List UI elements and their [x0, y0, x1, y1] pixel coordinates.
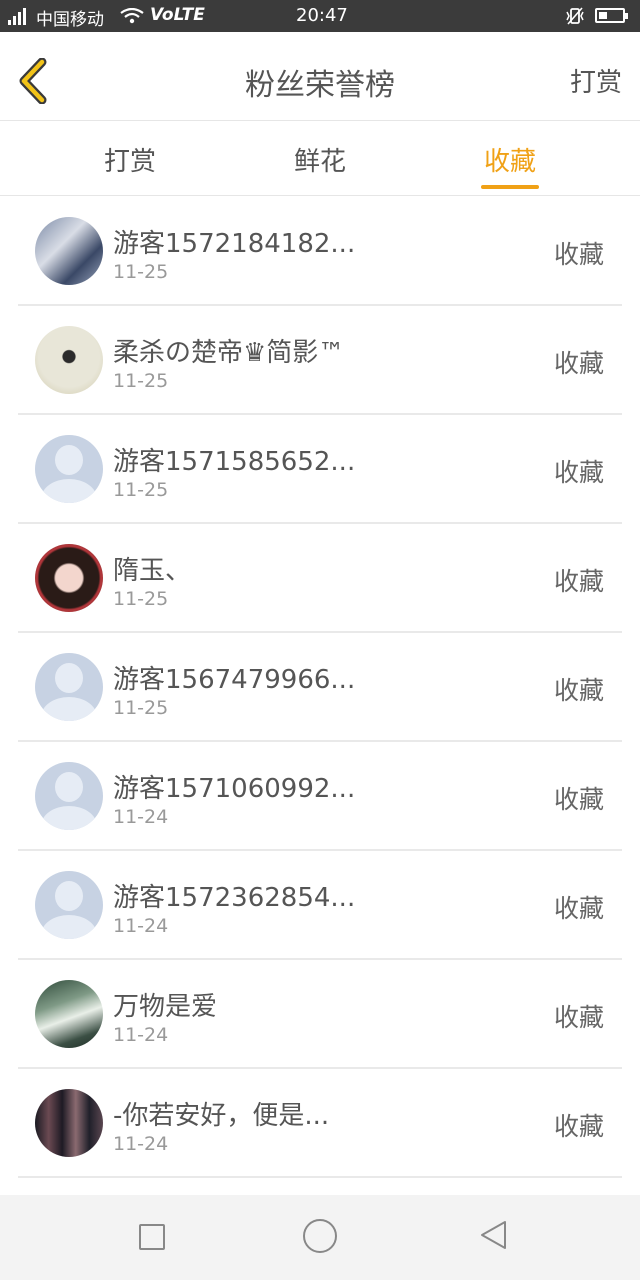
user-name: 游客1572184182... — [113, 229, 356, 259]
header-bar: 粉丝荣誉榜 打赏 — [0, 32, 640, 121]
active-tab-indicator — [481, 185, 539, 189]
system-nav-bar — [0, 1195, 640, 1280]
user-name: 游客1572362854... — [113, 883, 356, 913]
list-item[interactable]: 柔杀の楚帝♛简影™ 11-25 收藏 — [18, 306, 622, 415]
clock: 20:47 — [296, 5, 348, 26]
user-name: 游客1571585652... — [113, 447, 356, 477]
list-item[interactable]: -你若安好，便是... 11-24 收藏 — [18, 1069, 622, 1178]
recent-apps-icon[interactable] — [139, 1224, 165, 1250]
action-label: 收藏 — [553, 567, 604, 596]
list-item[interactable] — [18, 1178, 622, 1195]
tab-reward[interactable]: 打赏 — [70, 141, 190, 178]
user-name: -你若安好，便是... — [113, 1101, 330, 1131]
avatar[interactable] — [35, 217, 103, 285]
date-label: 11-24 — [113, 806, 169, 828]
user-name: 隋玉、 — [113, 556, 192, 586]
reward-button[interactable]: 打赏 — [570, 62, 622, 99]
avatar[interactable] — [35, 653, 103, 721]
action-label: 收藏 — [553, 785, 604, 814]
back-triangle-icon[interactable] — [478, 1219, 508, 1251]
carrier-label: 中国移动 — [36, 10, 104, 30]
avatar[interactable] — [35, 871, 103, 939]
action-label: 收藏 — [553, 894, 604, 923]
avatar[interactable] — [35, 544, 103, 612]
wifi-icon — [120, 8, 144, 24]
date-label: 11-25 — [113, 697, 169, 719]
action-label: 收藏 — [553, 1112, 604, 1141]
avatar[interactable] — [35, 980, 103, 1048]
list-item[interactable]: 隋玉、 11-25 收藏 — [18, 524, 622, 633]
date-label: 11-24 — [113, 1133, 169, 1155]
date-label: 11-25 — [113, 588, 169, 610]
signal-icon — [8, 7, 30, 25]
vibrate-icon — [566, 7, 584, 25]
status-bar: 中国移动 VoLTE 20:47 — [0, 0, 640, 32]
date-label: 11-25 — [113, 261, 169, 283]
user-name: 游客1571060992... — [113, 774, 356, 804]
volte-label: VoLTE — [150, 5, 205, 25]
list-item[interactable]: 游客1572184182... 11-25 收藏 — [18, 197, 622, 306]
avatar[interactable] — [35, 435, 103, 503]
date-label: 11-25 — [113, 370, 169, 392]
list-item[interactable]: 游客1567479966... 11-25 收藏 — [18, 633, 622, 742]
user-name: 万物是爱 — [113, 992, 218, 1022]
avatar[interactable] — [35, 762, 103, 830]
action-label: 收藏 — [553, 458, 604, 487]
date-label: 11-24 — [113, 915, 169, 937]
action-label: 收藏 — [553, 240, 604, 269]
avatar[interactable] — [35, 326, 103, 394]
list-item[interactable]: 游客1571060992... 11-24 收藏 — [18, 742, 622, 851]
avatar[interactable] — [35, 1089, 103, 1157]
battery-icon — [595, 8, 628, 23]
list-item[interactable]: 游客1571585652... 11-25 收藏 — [18, 415, 622, 524]
tab-favorites[interactable]: 收藏 — [450, 141, 570, 178]
page-title: 粉丝荣誉榜 — [245, 68, 395, 103]
action-label: 收藏 — [553, 676, 604, 705]
fan-list[interactable]: 游客1572184182... 11-25 收藏 柔杀の楚帝♛简影™ 11-25… — [18, 197, 622, 1195]
list-item[interactable]: 游客1572362854... 11-24 收藏 — [18, 851, 622, 960]
action-label: 收藏 — [553, 349, 604, 378]
date-label: 11-25 — [113, 479, 169, 501]
tab-flowers[interactable]: 鲜花 — [260, 141, 380, 178]
action-label: 收藏 — [553, 1003, 604, 1032]
tab-bar: 打赏 鲜花 收藏 — [0, 121, 640, 196]
home-icon[interactable] — [303, 1219, 337, 1253]
user-name: 柔杀の楚帝♛简影™ — [113, 338, 345, 368]
user-name: 游客1567479966... — [113, 665, 356, 695]
date-label: 11-24 — [113, 1024, 169, 1046]
list-item[interactable]: 万物是爱 11-24 收藏 — [18, 960, 622, 1069]
